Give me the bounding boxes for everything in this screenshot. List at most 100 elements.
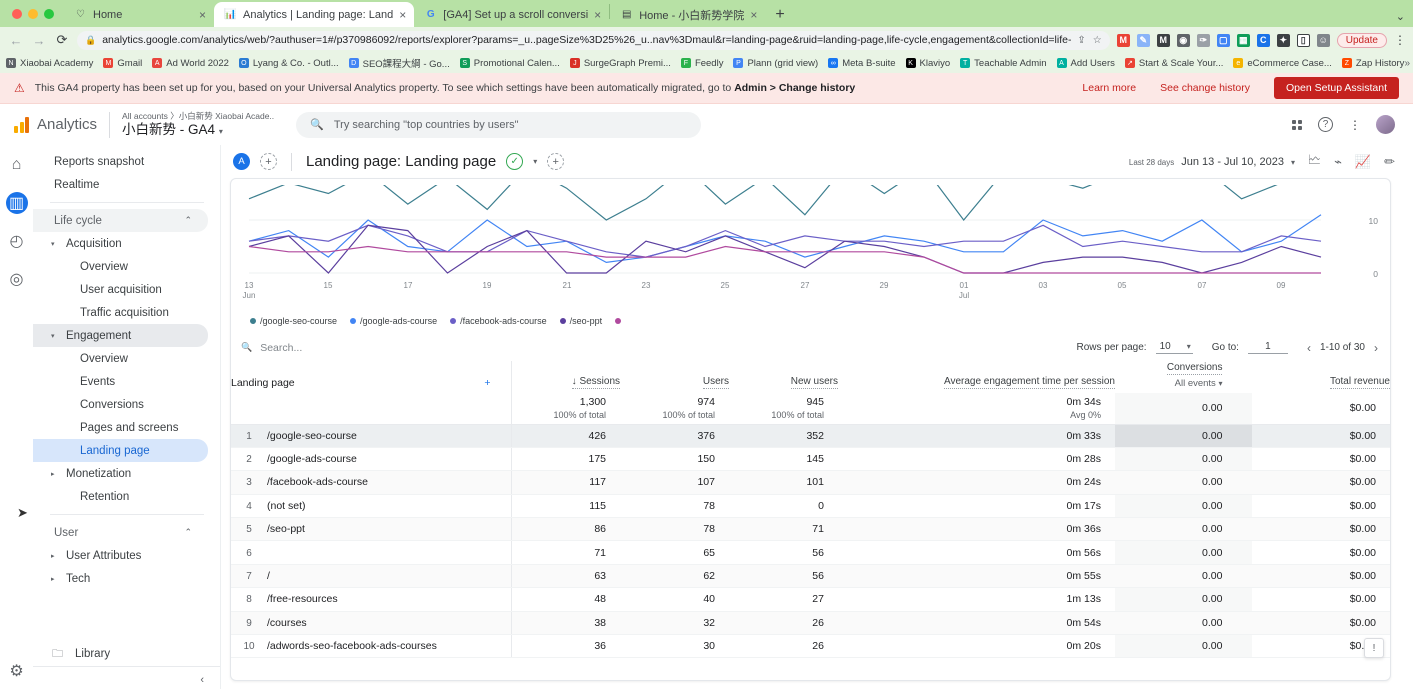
- dimension-cell[interactable]: 8/free-resources: [231, 588, 511, 611]
- back-button[interactable]: ←: [8, 33, 24, 48]
- row-landing-page[interactable]: /: [267, 570, 270, 582]
- sidebar-item-landing-page[interactable]: Landing page: [33, 439, 208, 462]
- bookmark-item[interactable]: TTeachable Admin: [960, 58, 1046, 69]
- dimension-cell[interactable]: 7/: [231, 564, 511, 587]
- close-tab-icon[interactable]: ×: [199, 9, 206, 21]
- maximize-window-button[interactable]: [44, 9, 54, 19]
- chevron-up-icon[interactable]: ⌃: [184, 527, 192, 538]
- sidebar-item-pages-and-screens[interactable]: Pages and screens: [33, 416, 220, 439]
- open-setup-assistant-button[interactable]: Open Setup Assistant: [1274, 77, 1399, 99]
- row-landing-page[interactable]: /adwords-seo-facebook-ads-courses: [267, 640, 437, 652]
- chevron-down-icon[interactable]: ▾: [219, 127, 223, 136]
- legend-item[interactable]: [615, 318, 621, 324]
- star-icon[interactable]: ☆: [1093, 35, 1102, 46]
- bookmark-item[interactable]: OLyang & Co. - Outl...: [239, 58, 339, 69]
- window-controls[interactable]: [8, 0, 64, 27]
- column-header-sessions[interactable]: ↓ Sessions: [511, 361, 620, 393]
- bookmark-item[interactable]: eeCommerce Case...: [1233, 58, 1331, 69]
- legend-item[interactable]: /google-ads-course: [350, 316, 437, 326]
- banner-message-link[interactable]: Admin > Change history: [734, 82, 855, 94]
- analytics-logo[interactable]: Analytics: [10, 116, 97, 133]
- add-dimension-button[interactable]: +: [547, 153, 564, 170]
- table-search-input[interactable]: 🔍 Search...: [241, 342, 302, 354]
- bookmarks-overflow-icon[interactable]: »: [1404, 58, 1410, 69]
- compare-icon[interactable]: 🗠: [1308, 151, 1321, 173]
- bookmark-item[interactable]: NXiaobai Academy: [6, 58, 93, 69]
- edit-icon[interactable]: ✏: [1384, 154, 1395, 170]
- close-window-button[interactable]: [12, 9, 22, 19]
- sidebar-group-engagement[interactable]: ▾ Engagement: [33, 324, 208, 347]
- bookmark-item[interactable]: PPlann (grid view): [733, 58, 818, 69]
- bookmark-item[interactable]: FFeedly: [681, 58, 724, 69]
- explore-icon[interactable]: ◴: [6, 230, 28, 252]
- column-header-users[interactable]: Users: [620, 361, 729, 393]
- row-landing-page[interactable]: /google-seo-course: [267, 430, 357, 442]
- legend-item[interactable]: /seo-ppt: [560, 316, 603, 326]
- dimension-cell[interactable]: 3/facebook-ads-course: [231, 471, 511, 494]
- property-selector[interactable]: All accounts 〉小白新势 Xiaobai Acade.. 小白新势 …: [122, 112, 274, 137]
- address-bar[interactable]: 🔒 analytics.google.com/analytics/web/?au…: [77, 31, 1110, 50]
- row-landing-page[interactable]: /seo-ppt: [267, 523, 305, 535]
- blue-extension-icon[interactable]: ▢: [1217, 34, 1230, 47]
- close-tab-icon[interactable]: ×: [594, 9, 601, 21]
- forward-button[interactable]: →: [31, 33, 47, 48]
- chevron-down-icon[interactable]: ▾: [533, 157, 537, 166]
- pen-extension-icon[interactable]: ✑: [1197, 34, 1210, 47]
- sidebar-item-reports-snapshot[interactable]: Reports snapshot: [33, 151, 220, 174]
- column-header-landing-page[interactable]: Landing page +: [231, 361, 511, 393]
- bookmark-item[interactable]: AAd World 2022: [152, 58, 229, 69]
- browser-tab-1[interactable]: ♡ Home ×: [64, 2, 214, 27]
- share-icon[interactable]: ⇪: [1077, 35, 1085, 46]
- date-range-picker[interactable]: Last 28 days Jun 13 - Jul 10, 2023 ▾: [1129, 156, 1295, 168]
- sidebar-group-user-attributes[interactable]: ▸ User Attributes: [33, 544, 220, 567]
- share-icon[interactable]: ⌁: [1334, 154, 1342, 170]
- bookmark-item[interactable]: ZZap History: [1342, 58, 1405, 69]
- bookmark-item[interactable]: ↗Start & Scale Your...: [1125, 58, 1224, 69]
- line-chart[interactable]: 10 0 13Jun151719212325272901Jul03050709: [241, 185, 1380, 310]
- sidebar-item-library[interactable]: 🗀 Library: [33, 642, 220, 666]
- conversions-event-select[interactable]: All events ▾: [1115, 378, 1222, 389]
- browser-tab-2-active[interactable]: 📊 Analytics | Landing page: Land ×: [214, 2, 414, 27]
- check-circle-icon[interactable]: ✓: [506, 153, 523, 170]
- row-landing-page[interactable]: /facebook-ads-course: [267, 476, 368, 488]
- tab-list-chevron-down-icon[interactable]: ⌄: [1396, 10, 1405, 23]
- row-landing-page[interactable]: /google-ads-course: [267, 453, 357, 465]
- table-row[interactable]: 67165560m 56s0.00$0.00: [231, 541, 1390, 564]
- sidebar-collapse-button[interactable]: ‹: [33, 666, 220, 689]
- chevron-left-icon[interactable]: ‹: [200, 674, 204, 686]
- sidebar-group-tech[interactable]: ▸ Tech: [33, 567, 220, 590]
- table-row[interactable]: 1/google-seo-course4263763520m 33s0.00$0…: [231, 424, 1390, 447]
- bookmark-item[interactable]: SPromotional Calen...: [460, 58, 560, 69]
- sidebar-section-user[interactable]: User ⌃: [33, 521, 208, 544]
- sidebar-group-acquisition[interactable]: ▾ Acquisition: [33, 232, 220, 255]
- dimension-cell[interactable]: 10/adwords-seo-facebook-ads-courses: [231, 635, 511, 658]
- chevron-down-icon[interactable]: ▾: [1291, 158, 1295, 167]
- sidebar-item-acquisition-overview[interactable]: Overview: [33, 255, 220, 278]
- browser-menu-icon[interactable]: ⋮: [1394, 33, 1405, 47]
- table-row[interactable]: 8/free-resources4840271m 13s0.00$0.00: [231, 588, 1390, 611]
- table-row[interactable]: 4(not set)1157800m 17s0.00$0.00: [231, 494, 1390, 517]
- sidebar-toggle-icon[interactable]: ▯: [1297, 34, 1310, 47]
- column-header-new-users[interactable]: New users: [729, 361, 838, 393]
- eyedropper-extension-icon[interactable]: ✎: [1137, 34, 1150, 47]
- puzzle-extension-icon[interactable]: ✦: [1277, 34, 1290, 47]
- goto-page-input[interactable]: 1: [1248, 341, 1288, 354]
- table-row[interactable]: 5/seo-ppt8678710m 36s0.00$0.00: [231, 518, 1390, 541]
- dimension-cell[interactable]: 5/seo-ppt: [231, 518, 511, 541]
- learn-more-link[interactable]: Learn more: [1082, 82, 1136, 94]
- column-header-conversions[interactable]: Conversions All events ▾: [1115, 361, 1252, 393]
- help-icon[interactable]: ?: [1318, 117, 1333, 132]
- dimension-cell[interactable]: 6: [231, 541, 511, 564]
- user-avatar[interactable]: [1376, 115, 1395, 134]
- m-extension-icon[interactable]: M: [1157, 34, 1170, 47]
- add-comparison-button[interactable]: +: [260, 153, 277, 170]
- sidebar-item-conversions[interactable]: Conversions: [33, 393, 220, 416]
- close-tab-icon[interactable]: ×: [750, 9, 757, 21]
- reload-button[interactable]: ⟳: [54, 32, 70, 48]
- chevron-up-icon[interactable]: ⌃: [184, 215, 192, 226]
- gmail-extension-icon[interactable]: M: [1117, 34, 1130, 47]
- column-header-total-revenue[interactable]: Total revenue: [1252, 361, 1390, 393]
- dimension-cell[interactable]: 2/google-ads-course: [231, 447, 511, 470]
- sidebar-item-events[interactable]: Events: [33, 370, 220, 393]
- browser-tab-3[interactable]: G [GA4] Set up a scroll conversi ×: [414, 2, 609, 27]
